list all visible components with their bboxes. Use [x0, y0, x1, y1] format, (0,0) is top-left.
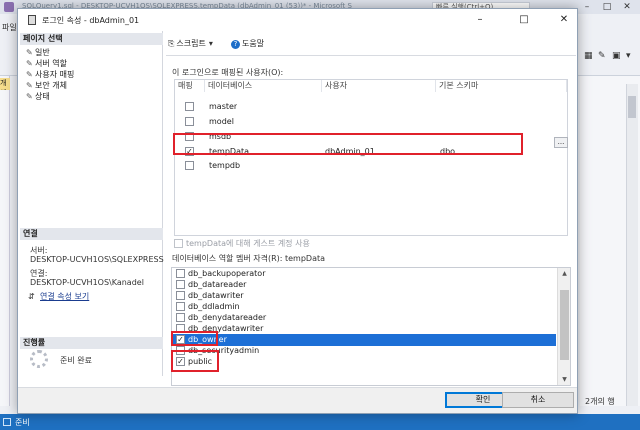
nav-item-label: 보안 개체 — [35, 81, 67, 90]
role-checkbox[interactable] — [176, 280, 185, 289]
role-checkbox[interactable] — [176, 302, 185, 311]
role-checkbox[interactable] — [176, 269, 185, 278]
highlight-public — [171, 350, 219, 372]
role-row-public[interactable]: ✓ public — [172, 356, 556, 368]
role-list-scrollbar[interactable]: ▲ ▼ — [557, 268, 570, 385]
login-properties-dialog: 로그인 속성 - dbAdmin_01 – □ ✕ 페이지 선택 ✎ 일반 ✎ 서버… — [17, 8, 578, 414]
nav-item-label: 일반 — [35, 48, 50, 57]
grid-cell-database: master — [209, 102, 238, 111]
help-button[interactable]: ? 도움말 — [231, 38, 264, 49]
script-icon: ⎘ — [168, 39, 175, 48]
mapped-users-label: 이 로그인으로 매핑된 사용자(O): — [172, 68, 284, 77]
role-membership-list: db_backupoperator db_datareader db_dataw… — [171, 267, 571, 386]
dialog-title: 로그인 속성 - dbAdmin_01 — [42, 16, 140, 25]
progress-status: 준비 완료 — [60, 356, 92, 365]
background-maximize-icon[interactable]: □ — [600, 1, 614, 13]
background-menu-file[interactable]: 파일 — [2, 22, 17, 33]
nav-item-label: 사용자 매핑 — [35, 70, 75, 79]
connection-label: 연결: — [30, 269, 48, 278]
nav-item-general[interactable]: ✎ 일반 — [26, 47, 50, 58]
grid-row-master[interactable]: master — [175, 99, 567, 114]
wrench-icon: ✎ — [26, 81, 33, 90]
dialog-minimize-button[interactable]: – — [468, 12, 492, 28]
nav-item-user-mapping[interactable]: ✎ 사용자 매핑 — [26, 69, 74, 80]
page-select-header: 페이지 선택 — [20, 33, 163, 45]
background-scroll-thumb[interactable] — [628, 96, 636, 118]
highlight-db-owner — [171, 331, 218, 346]
nav-item-label: 서버 역할 — [35, 59, 67, 68]
help-icon: ? — [231, 40, 240, 49]
script-button[interactable]: ⎘ 스크립트 ▾ — [168, 38, 215, 49]
connection-link-label: 연결 속성 보기 — [40, 292, 90, 301]
connection-value: DESKTOP-UCVH1OS\Kanadel — [30, 278, 144, 287]
grid-header-database[interactable]: 데이터베이스 — [205, 80, 322, 92]
wrench-icon: ✎ — [26, 70, 33, 79]
grid-cell-database: tempdb — [209, 161, 241, 170]
dialog-maximize-button[interactable]: □ — [512, 12, 536, 28]
server-label: 서버: — [30, 246, 48, 255]
wrench-icon: ✎ — [26, 59, 33, 68]
mapped-users-grid: 매핑 데이터베이스 사용자 기본 스키마 master model msdb ✓… — [174, 79, 568, 236]
guest-account-label: tempData에 대해 게스트 계정 사용 — [186, 239, 310, 248]
connection-header: 연결 — [20, 228, 163, 240]
map-checkbox[interactable] — [185, 161, 194, 170]
grid-header-map[interactable]: 매핑 — [175, 80, 205, 92]
dialog-icon — [28, 15, 36, 25]
dialog-title-bar: 로그인 속성 - dbAdmin_01 – □ ✕ — [18, 9, 577, 31]
connection-properties-icon: ⇵ — [28, 292, 35, 301]
grid-header-default-schema[interactable]: 기본 스키마 — [436, 80, 567, 92]
schema-browse-button[interactable]: ... — [554, 137, 568, 148]
grid-row-model[interactable]: model — [175, 114, 567, 129]
grid-cell-database: model — [209, 117, 234, 126]
wrench-icon: ✎ — [26, 48, 33, 57]
role-checkbox[interactable] — [176, 313, 185, 322]
property-pages-icon[interactable]: ▦ — [584, 52, 593, 61]
background-left-panel — [0, 76, 10, 406]
dialog-button-bar: 확인 취소 — [18, 387, 577, 413]
result-row-count: 2개의 행 — [585, 397, 615, 406]
map-checkbox[interactable] — [185, 102, 194, 111]
scroll-thumb[interactable] — [560, 290, 569, 360]
server-value: DESKTOP-UCVH1OS\SQLEXPRESS — [30, 255, 164, 264]
background-object-tab[interactable]: 개체 — [0, 78, 10, 90]
help-label: 도움말 — [242, 39, 265, 48]
status-text: 준비 — [15, 418, 30, 427]
progress-header: 진행률 — [20, 337, 163, 349]
map-checkbox[interactable] — [185, 117, 194, 126]
dialog-close-button[interactable]: ✕ — [552, 12, 576, 28]
script-label: 스크립트 — [176, 39, 206, 48]
background-scrollbar[interactable] — [626, 84, 638, 406]
background-close-icon[interactable]: ✕ — [620, 1, 634, 13]
nav-item-label: 상태 — [35, 92, 50, 101]
role-checkbox[interactable] — [176, 291, 185, 300]
grid-row-tempdb[interactable]: tempdb — [175, 158, 567, 173]
progress-spinner-icon — [30, 350, 48, 368]
nav-item-status[interactable]: ✎ 상태 — [26, 91, 50, 102]
nav-item-server-roles[interactable]: ✎ 서버 역할 — [26, 58, 67, 69]
guest-account-checkbox — [174, 239, 183, 248]
wrench-icon: ✎ — [26, 92, 33, 101]
chevron-down-icon: ▾ — [208, 39, 213, 48]
cancel-button[interactable]: 취소 — [502, 392, 574, 408]
nav-item-securables[interactable]: ✎ 보안 개체 — [26, 80, 67, 91]
grid-header-user[interactable]: 사용자 — [322, 80, 436, 92]
wrench-icon[interactable]: ✎ — [598, 52, 607, 61]
toolbar-overflow-icon[interactable]: ▾ — [626, 52, 635, 61]
status-bar: 준비 — [0, 414, 640, 430]
ssms-app-icon — [4, 2, 14, 12]
toolbox-icon[interactable]: ▣ — [612, 52, 621, 61]
background-minimize-icon[interactable]: – — [580, 1, 594, 13]
toolbar-divider — [166, 55, 576, 56]
page-select-panel: 페이지 선택 ✎ 일반 ✎ 서버 역할 ✎ 사용자 매핑 ✎ 보안 개체 ✎ 상태 연결 … — [20, 31, 164, 376]
scroll-up-icon[interactable]: ▲ — [558, 268, 570, 279]
status-ready-icon — [3, 418, 11, 426]
view-connection-properties-link[interactable]: ⇵ 연결 속성 보기 — [28, 291, 89, 302]
highlight-tempdata-row — [173, 133, 523, 155]
scroll-down-icon[interactable]: ▼ — [558, 374, 570, 385]
role-membership-label: 데이터베이스 역할 멤버 자격(R): tempData — [172, 254, 326, 263]
guest-account-option: tempData에 대해 게스트 계정 사용 — [174, 238, 310, 249]
